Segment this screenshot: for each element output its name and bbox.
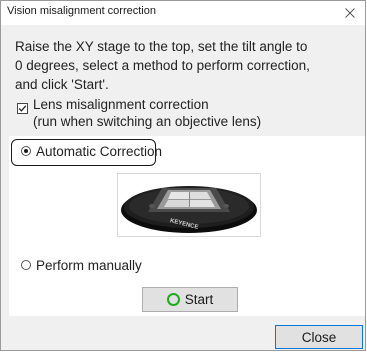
checkmark-icon — [18, 105, 27, 112]
instruction-line: 0 degrees, select a method to perform co… — [15, 58, 310, 73]
start-button[interactable]: Start — [142, 287, 238, 312]
instruction-text: Raise the XY stage to the top, set the t… — [15, 37, 345, 94]
close-icon — [345, 8, 355, 18]
instruction-line: Raise the XY stage to the top, set the t… — [15, 39, 308, 54]
dialog-window: Vision misalignment correction Raise the… — [0, 0, 366, 351]
lens-misalignment-checkbox[interactable] — [17, 103, 28, 114]
start-circle-icon — [166, 293, 180, 306]
window-title: Vision misalignment correction — [7, 5, 156, 17]
automatic-correction-label: Automatic Correction — [36, 144, 163, 159]
close-button[interactable]: Close — [275, 325, 363, 349]
lens-misalignment-label: Lens misalignment correction (run when s… — [33, 96, 261, 130]
checkbox-label-line: Lens misalignment correction — [33, 97, 209, 112]
title-bar: Vision misalignment correction — [1, 1, 365, 25]
automatic-correction-radio[interactable] — [21, 146, 31, 156]
perform-manually-label: Perform manually — [36, 258, 142, 273]
instruction-line: and click 'Start'. — [15, 77, 109, 92]
start-button-label: Start — [184, 292, 214, 307]
checkbox-label-line: (run when switching an objective lens) — [33, 114, 262, 129]
perform-manually-radio[interactable] — [21, 260, 31, 270]
stage-image-frame: KEYENCE — [117, 173, 261, 237]
instruction-panel: Raise the XY stage to the top, set the t… — [1, 25, 365, 135]
lens-misalignment-checkbox-row[interactable]: Lens misalignment correction (run when s… — [15, 94, 345, 130]
window-close-button[interactable] — [335, 1, 365, 25]
xy-stage-image: KEYENCE — [121, 186, 257, 233]
